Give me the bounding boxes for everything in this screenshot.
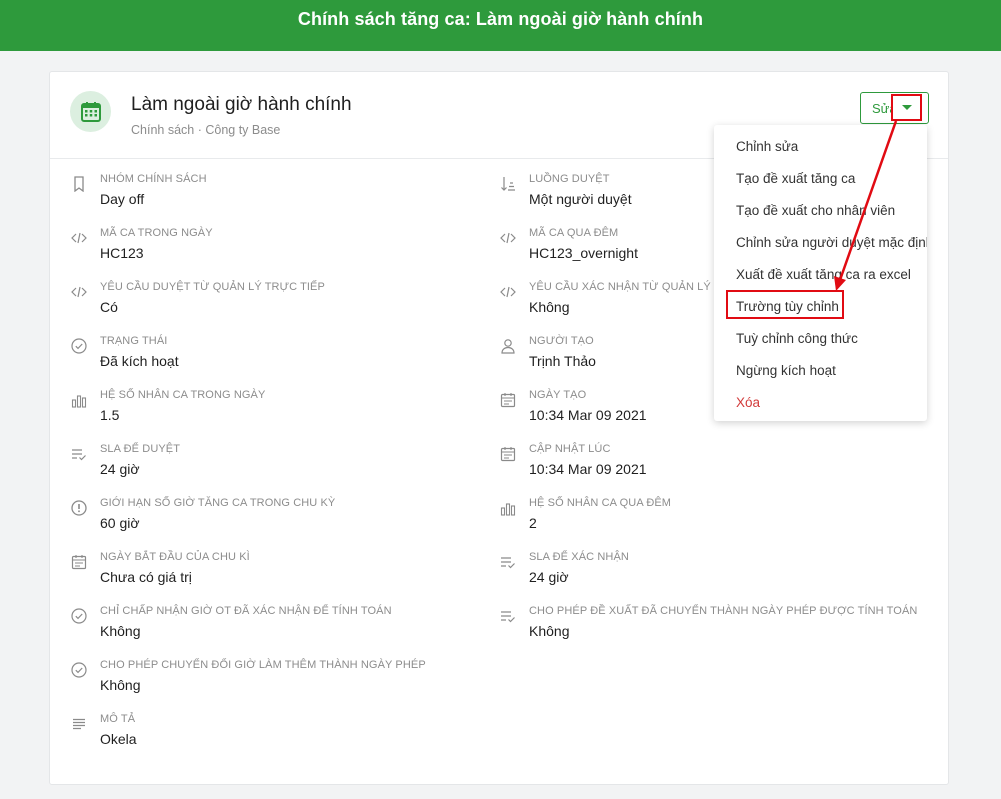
field-label: Luồng duyệt xyxy=(529,173,610,185)
field-label: Cho phép đề xuất đã chuyển thành ngày ph… xyxy=(529,605,918,617)
menu-item-ngung-kich-hoat[interactable]: Ngừng kích hoạt xyxy=(714,354,927,386)
dropdown-toggle[interactable] xyxy=(891,94,922,121)
field-trang-thai: Trạng thái Đã kích hoạt xyxy=(70,334,470,374)
field-value: 2 xyxy=(529,515,537,531)
field-label: Trạng thái xyxy=(100,335,168,347)
list-check-icon xyxy=(499,607,517,625)
field-label: Mã ca trong ngày xyxy=(100,227,213,239)
field-value: Không xyxy=(100,677,141,693)
menu-item-chinh-sua[interactable]: Chỉnh sửa xyxy=(714,130,927,162)
field-value: Trịnh Thảo xyxy=(529,353,596,369)
calendar-icon xyxy=(499,445,517,463)
policy-name: Làm ngoài giờ hành chính xyxy=(131,94,352,115)
field-label: Hệ số nhân ca qua đêm xyxy=(529,497,672,509)
field-label: Hệ số nhân ca trong ngày xyxy=(100,389,266,401)
field-label: Nhóm chính sách xyxy=(100,173,207,185)
field-ma-ca-trong-ngay: Mã ca trong ngày HC123 xyxy=(70,226,470,266)
field-yeu-cau-duyet-tu-quan-ly-truc-tiep: Yêu cầu duyệt từ quản lý trực tiếp Có xyxy=(70,280,470,320)
calendar-icon xyxy=(70,553,88,571)
field-sla-de-duyet: SLA để duyệt 24 giờ xyxy=(70,442,470,482)
menu-item-tao-de-xuat-tang-ca[interactable]: Tạo đề xuất tăng ca xyxy=(714,162,927,194)
field-value: 60 giờ xyxy=(100,515,140,531)
menu-item-xuat-de-xuat-tang-ca-ra-excel[interactable]: Xuất đề xuất tăng ca ra excel xyxy=(714,258,927,290)
field-cho-phep-chuyen-doi-gio-lam-them-thanh-ngay-phep: Cho phép chuyển đổi giờ làm thêm thành n… xyxy=(70,658,470,698)
caret-down-icon xyxy=(901,105,912,110)
annotation-highlight-box xyxy=(726,290,844,319)
field-value: Day off xyxy=(100,191,145,207)
field-he-so-nhan-ca-qua-dem: Hệ số nhân ca qua đêm 2 xyxy=(499,496,899,536)
menu-item-tuy-chinh-cong-thuc[interactable]: Tuỳ chỉnh công thức xyxy=(714,322,927,354)
menu-item-tao-de-xuat-cho-nhan-vien[interactable]: Tạo đề xuất cho nhân viên xyxy=(714,194,927,226)
field-nhom-chinh-sach: Nhóm chính sách Day off xyxy=(70,172,470,212)
alert-circle-icon xyxy=(70,499,88,517)
field-cap-nhat-luc: Cập nhật lúc 10:34 Mar 09 2021 xyxy=(499,442,899,482)
field-label: Yêu cầu duyệt từ quản lý trực tiếp xyxy=(100,281,325,293)
actions-dropdown-menu: Chỉnh sửa Tạo đề xuất tăng ca Tạo đề xuất … xyxy=(714,125,927,421)
page-title: Chính sách tăng ca: Làm ngoài giờ hành c… xyxy=(297,9,704,29)
field-value: Một người duyệt xyxy=(529,191,632,207)
list-check-icon xyxy=(499,553,517,571)
field-value: 24 giờ xyxy=(529,569,569,585)
field-value: Okela xyxy=(100,731,137,747)
field-chi-chap-nhan-gio-ot-da-xac-nhan-de-tinh-toan: Chỉ chấp nhận giờ OT đã xác nhận để tính… xyxy=(70,604,470,644)
field-value: 10:34 Mar 09 2021 xyxy=(529,407,647,423)
check-circle-icon xyxy=(70,607,88,625)
calendar-grid-icon xyxy=(70,91,111,132)
field-sla-de-xac-nhan: SLA để xác nhận 24 giờ xyxy=(499,550,899,590)
calendar-icon xyxy=(499,391,517,409)
code-icon xyxy=(70,229,88,247)
field-value: Có xyxy=(100,299,118,315)
field-label: Giới hạn số giờ tăng ca trong chu kỳ xyxy=(100,497,336,509)
menu-item-chinh-sua-nguoi-duyet-mac-dinh[interactable]: Chỉnh sửa người duyệt mặc định xyxy=(714,226,927,258)
bookmark-icon xyxy=(70,175,88,193)
check-circle-icon xyxy=(70,337,88,355)
field-value: HC123_overnight xyxy=(529,245,638,261)
field-value: Không xyxy=(100,623,141,639)
code-icon xyxy=(499,283,517,301)
code-icon xyxy=(499,229,517,247)
policy-subtitle: Chính sách · Công ty Base xyxy=(131,123,281,137)
edit-button[interactable]: Sửa xyxy=(860,92,929,124)
field-gioi-han-so-gio-tang-ca-trong-chu-ky: Giới hạn số giờ tăng ca trong chu kỳ 60 g… xyxy=(70,496,470,536)
bar-chart-icon xyxy=(499,499,517,517)
field-label: SLA để xác nhận xyxy=(529,551,629,563)
check-circle-icon xyxy=(70,661,88,679)
field-value: 24 giờ xyxy=(100,461,140,477)
field-value: 1.5 xyxy=(100,407,120,423)
list-check-icon xyxy=(70,445,88,463)
field-label: Mã ca qua đêm xyxy=(529,227,619,239)
menu-item-xoa[interactable]: Xóa xyxy=(714,386,927,418)
field-label: Mô tả xyxy=(100,713,136,725)
top-bar: Chính sách tăng ca: Làm ngoài giờ hành c… xyxy=(0,0,1001,51)
field-label: Cập nhật lúc xyxy=(529,443,611,455)
field-cho-phep-de-xuat-da-chuyen-thanh-ngay-phep-duoc-tinh-toan: Cho phép đề xuất đã chuyển thành ngày ph… xyxy=(499,604,917,644)
field-value: Không xyxy=(529,623,570,639)
field-label: Ngày tạo xyxy=(529,389,587,401)
field-value: Chưa có giá trị xyxy=(100,569,192,585)
code-icon xyxy=(70,283,88,301)
field-label: Chỉ chấp nhận giờ OT đã xác nhận để tính… xyxy=(100,605,392,617)
field-he-so-nhan-ca-trong-ngay: Hệ số nhân ca trong ngày 1.5 xyxy=(70,388,470,428)
text-lines-icon xyxy=(70,715,88,733)
user-icon xyxy=(499,337,517,355)
field-label: Cho phép chuyển đổi giờ làm thêm thành n… xyxy=(100,659,426,671)
field-value: Không xyxy=(529,299,570,315)
field-value: 10:34 Mar 09 2021 xyxy=(529,461,647,477)
field-label: SLA để duyệt xyxy=(100,443,181,455)
field-mo-ta: Mô tả Okela xyxy=(70,712,470,752)
sort-icon xyxy=(499,175,517,193)
field-ngay-bat-dau-cua-chu-ki: Ngày bắt đầu của chu kì Chưa có giá trị xyxy=(70,550,470,590)
field-label: Ngày bắt đầu của chu kì xyxy=(100,551,250,563)
field-label: Người tạo xyxy=(529,335,594,347)
field-value: Đã kích hoạt xyxy=(100,353,179,369)
bar-chart-icon xyxy=(70,391,88,409)
field-value: HC123 xyxy=(100,245,144,261)
